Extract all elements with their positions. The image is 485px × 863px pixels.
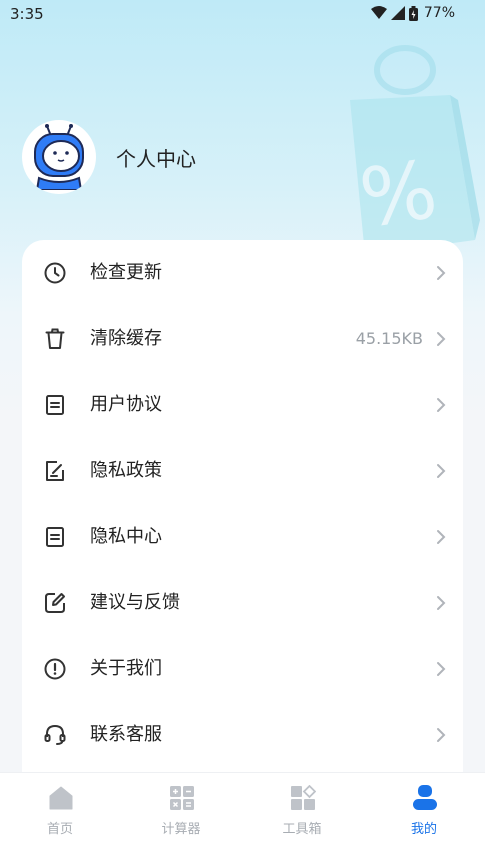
calculator-icon xyxy=(170,786,194,810)
document-icon xyxy=(46,527,64,547)
menu-item-privacy-center[interactable]: 隐私中心 xyxy=(22,504,463,570)
menu-item-privacy-policy[interactable]: 隐私政策 xyxy=(22,438,463,504)
feedback-edit-icon xyxy=(45,593,65,613)
chevron-right-icon xyxy=(437,728,446,742)
document-icon xyxy=(46,395,64,415)
home-icon xyxy=(49,786,73,810)
chevron-right-icon xyxy=(437,464,446,478)
user-icon xyxy=(413,785,437,810)
nav-tab-mine[interactable]: 我的 xyxy=(364,773,484,863)
bottom-navigation: 首页 计算器 工具箱 我的 xyxy=(0,772,485,863)
menu-item-about-us[interactable]: 关于我们 xyxy=(22,636,463,702)
status-icons: 77% xyxy=(370,5,455,21)
menu-item-label: 清除缓存 xyxy=(90,328,162,349)
toolbox-icon xyxy=(291,785,316,810)
nav-tab-label: 计算器 xyxy=(161,822,201,837)
nav-tab-label: 首页 xyxy=(46,822,73,837)
menu-item-feedback[interactable]: 建议与反馈 xyxy=(22,570,463,636)
nav-tab-toolbox[interactable]: 工具箱 xyxy=(242,773,362,863)
menu-item-label: 建议与反馈 xyxy=(90,592,180,613)
clock-icon xyxy=(44,262,66,284)
robot-mascot-icon xyxy=(34,124,84,190)
svg-text:%: % xyxy=(354,143,442,246)
status-time: 3:35 xyxy=(10,5,44,23)
menu-item-label: 关于我们 xyxy=(90,658,162,679)
menu-item-user-agreement[interactable]: 用户协议 xyxy=(22,372,463,438)
edit-document-icon xyxy=(46,461,64,481)
profile-header[interactable]: 个人中心 xyxy=(22,120,196,194)
menu-item-label: 检查更新 xyxy=(90,262,162,283)
battery-icon xyxy=(408,5,418,21)
menu-item-label: 联系客服 xyxy=(90,724,162,745)
settings-card: 检查更新 清除缓存 45.15KB 用户协议 隐私政策 隐私中心 建议与反馈 关… xyxy=(22,240,463,800)
chevron-right-icon xyxy=(437,332,446,346)
nav-tab-label: 我的 xyxy=(410,822,437,837)
status-bar: 3:35 77% xyxy=(0,0,485,28)
signal-icon xyxy=(390,6,405,20)
discount-tag-decoration: % xyxy=(350,45,480,255)
chevron-right-icon xyxy=(437,398,446,412)
menu-item-label: 隐私中心 xyxy=(90,526,162,547)
nav-tab-label: 工具箱 xyxy=(282,822,322,837)
avatar[interactable] xyxy=(22,120,96,194)
menu-item-clear-cache[interactable]: 清除缓存 45.15KB xyxy=(22,306,463,372)
chevron-right-icon xyxy=(437,530,446,544)
trash-icon xyxy=(45,328,65,349)
nav-tab-calculator[interactable]: 计算器 xyxy=(121,773,241,863)
headset-icon xyxy=(44,724,66,745)
battery-percent: 77% xyxy=(423,5,455,21)
chevron-right-icon xyxy=(437,266,446,280)
info-circle-icon xyxy=(44,658,66,680)
menu-item-label: 隐私政策 xyxy=(90,460,162,481)
cache-size-value: 45.15KB xyxy=(355,329,423,348)
menu-item-customer-service[interactable]: 联系客服 xyxy=(22,702,463,768)
wifi-icon xyxy=(370,6,387,19)
nav-tab-home[interactable]: 首页 xyxy=(0,773,120,863)
profile-title: 个人中心 xyxy=(116,146,196,171)
menu-item-check-update[interactable]: 检查更新 xyxy=(22,240,463,306)
chevron-right-icon xyxy=(437,596,446,610)
menu-item-label: 用户协议 xyxy=(90,394,162,415)
chevron-right-icon xyxy=(437,662,446,676)
